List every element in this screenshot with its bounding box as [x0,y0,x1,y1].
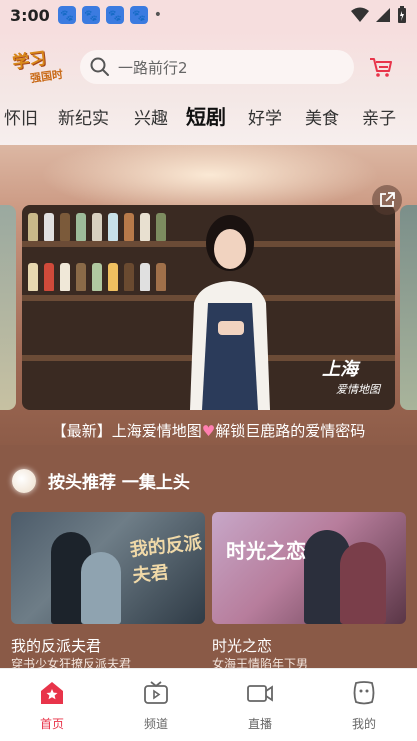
share-icon [380,192,395,207]
more-notifications-dot: • [153,7,163,23]
category-tabs: 怀旧 新纪实 兴趣 短剧 好学 美食 亲子 [0,98,417,134]
banner-watermark: 上海 爱情地图 [322,359,380,396]
battery-icon [398,6,406,23]
section-title: 按头推荐 一集上头 [48,473,190,493]
logo-subtext: 强国时 [29,67,64,86]
search-input[interactable]: 一路前行2 [80,50,354,84]
video-title[interactable]: 时光之恋 [212,635,272,656]
app-logo[interactable]: 学习 强国时 [8,44,70,88]
tab-nostalgia[interactable]: 怀旧 [4,104,38,129]
paw-notification-icon: 🐾 [105,6,124,24]
moon-icon [12,468,36,493]
video-card[interactable]: 时光之恋 [212,512,406,624]
nav-profile[interactable]: 我的 [334,679,394,732]
search-icon [90,57,109,76]
tab-learning[interactable]: 好学 [248,104,282,129]
carousel-prev-card[interactable] [0,205,16,410]
tab-parenting[interactable]: 亲子 [362,104,396,129]
paw-notification-icon: 🐾 [81,6,100,24]
banner-card[interactable]: 上海 爱情地图 [22,205,395,410]
nav-channels[interactable]: 频道 [126,679,186,732]
video-card[interactable]: 我的反派夫君 [11,512,205,624]
paw-notification-icon: 🐾 [57,6,76,24]
video-thumbnail-title: 时光之恋 [226,539,306,563]
banner-caption[interactable]: 【最新】上海爱情地图♥解锁巨鹿路的爱情密码 [0,420,417,441]
status-bar: 3:00 🐾 🐾 🐾 🐾 • [0,0,417,30]
tv-icon [142,679,170,707]
status-time: 3:00 [10,5,50,25]
heart-icon: ♥ [201,422,216,440]
actress-figure [190,215,270,410]
section-header: 按头推荐 一集上头 [12,468,190,493]
tab-documentary[interactable]: 新纪实 [58,104,109,129]
wifi-icon [351,7,369,22]
tab-short-drama[interactable]: 短剧 [186,101,226,130]
share-button[interactable] [372,185,402,215]
bottom-navigation: 首页 频道 直播 我的 [0,668,417,741]
video-camera-icon [246,679,274,707]
carousel-next-card[interactable] [400,205,417,410]
status-icons [351,6,407,24]
video-title[interactable]: 我的反派夫君 [11,635,101,656]
video-thumbnail-title: 我的反派夫君 [128,532,203,587]
search-placeholder: 一路前行2 [118,58,188,77]
tab-interest[interactable]: 兴趣 [134,104,168,129]
shopping-cart-icon[interactable] [368,54,394,80]
header: 学习 强国时 一路前行2 怀旧 新纪实 兴趣 短剧 好学 美食 亲子 [0,30,417,145]
profile-face-icon [350,679,378,707]
nav-home[interactable]: 首页 [22,679,82,732]
signal-icon [376,8,390,22]
paw-notification-icon: 🐾 [129,6,148,24]
banner-carousel: 上海 爱情地图 【最新】上海爱情地图♥解锁巨鹿路的爱情密码 [0,145,417,445]
tab-food[interactable]: 美食 [305,104,339,129]
home-icon [38,679,66,707]
nav-live[interactable]: 直播 [230,679,290,732]
